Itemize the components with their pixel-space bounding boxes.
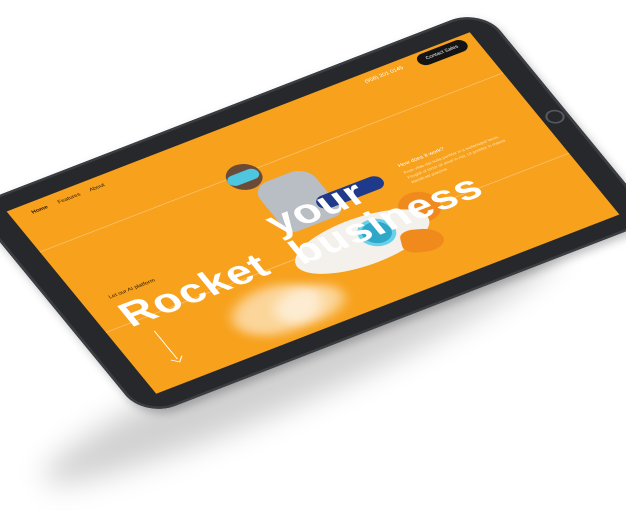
phone-number[interactable]: (956) 201 0145 — [364, 66, 405, 85]
nav-item-about[interactable]: About — [88, 183, 106, 193]
home-button-icon[interactable] — [541, 107, 569, 126]
nav-item-features[interactable]: Features — [57, 192, 82, 205]
tablet-screen: Home Features About (956) 201 0145 Conta… — [6, 32, 620, 394]
nav-item-home[interactable]: Home — [31, 205, 50, 215]
contact-sales-button[interactable]: Contact Sales — [413, 37, 471, 68]
arrow-down-icon-head — [170, 353, 183, 363]
